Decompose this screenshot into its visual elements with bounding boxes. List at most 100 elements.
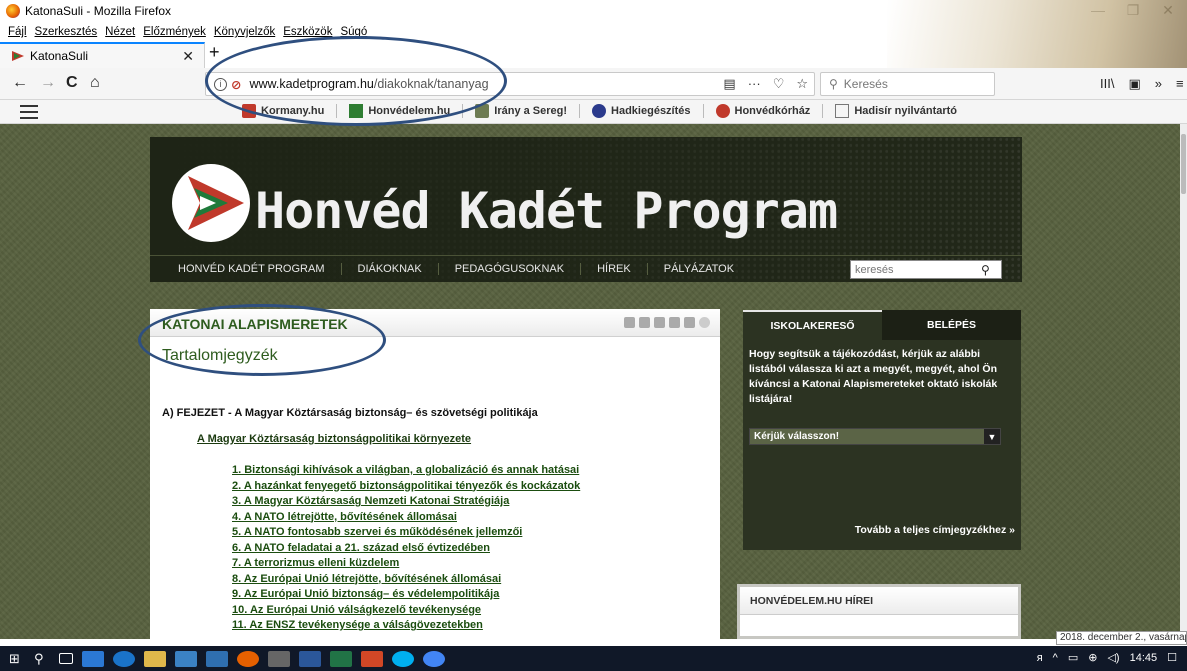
back-button[interactable]: ←	[12, 74, 28, 92]
start-icon[interactable]: ⊞	[9, 651, 25, 667]
list-item[interactable]: 9. Az Európai Unió biztonság– és védelem…	[232, 587, 580, 603]
menu-history[interactable]: Előzmények	[143, 26, 206, 38]
explorer-icon[interactable]	[144, 650, 166, 667]
search-icon: ⚲	[829, 77, 838, 91]
windows-taskbar: ⊞ ⚲ ᴙ ^ ▭ ⊕ ◁) 14:45 ☐	[0, 646, 1187, 671]
powerpoint-icon[interactable]	[361, 650, 383, 667]
network-icon[interactable]: ⊕	[1088, 651, 1097, 664]
list-item[interactable]: 5. A NATO fontosabb szervei és működésén…	[232, 525, 580, 541]
search-icon[interactable]: ⚲	[34, 651, 50, 667]
url-path: /diakoknak/tananyag	[373, 77, 489, 91]
reader-view-icon[interactable]: ▤	[723, 76, 735, 92]
excel-icon[interactable]	[330, 650, 352, 667]
list-item[interactable]: 8. Az Európai Unió létrejötte, bővítésén…	[232, 572, 580, 588]
home-button[interactable]: ⌂	[90, 74, 100, 92]
list-item[interactable]: 11. Az ENSZ tevékenysége a válságövezete…	[232, 618, 580, 634]
soldier-icon	[475, 104, 490, 118]
people-icon[interactable]: ᴙ	[1037, 652, 1043, 664]
menu-help[interactable]: Súgó	[340, 26, 367, 38]
volume-icon[interactable]: ◁)	[1107, 651, 1119, 664]
main-navigation: HONVÉD KADÉT PROGRAM DIÁKOKNAK PEDAGÓGUS…	[150, 255, 1022, 282]
list-item[interactable]: 4. A NATO létrejötte, bővítésének állomá…	[232, 510, 580, 526]
menu-icon[interactable]: ≡	[1176, 76, 1184, 92]
school-finder-box: ISKOLAKERESŐ BELÉPÉS Hogy segítsük a táj…	[743, 310, 1021, 550]
browser-icon[interactable]	[423, 650, 445, 667]
link-honvedkorhaz[interactable]: Honvédkórház	[704, 104, 824, 118]
list-item[interactable]: 6. A NATO feladatai a 21. század első év…	[232, 541, 580, 557]
menu-view[interactable]: Nézet	[105, 26, 135, 38]
list-item[interactable]: 2. A hazánkat fenyegető biztonságpolitik…	[232, 479, 580, 495]
kadet-logo-icon	[172, 164, 250, 242]
list-item[interactable]: 10. Az Európai Unió válságkezelő tevéken…	[232, 603, 580, 619]
nav-palyazatok[interactable]: PÁLYÁZATOK	[648, 263, 750, 275]
link-honvedelem[interactable]: Honvédelem.hu	[337, 104, 464, 118]
link-hadkiegeszites[interactable]: Hadkiegészítés	[580, 104, 704, 118]
url-bar[interactable]: i ⊘ www.kadetprogram.hu /diakoknak/tanan…	[205, 72, 815, 96]
section-link[interactable]: A Magyar Köztársaság biztonságpolitikai …	[197, 433, 471, 445]
menu-file[interactable]: Fájl	[8, 26, 27, 38]
email-icon[interactable]	[639, 317, 650, 328]
delicious-icon[interactable]	[654, 317, 665, 328]
tab-katonasuli[interactable]: KatonaSuli ✕	[0, 42, 205, 68]
clock[interactable]: 14:45	[1130, 652, 1158, 664]
word-icon[interactable]	[299, 650, 321, 667]
list-item[interactable]: 7. A terrorizmus elleni küzdelem	[232, 556, 580, 572]
library-icon[interactable]: III\	[1100, 76, 1114, 92]
skype-icon[interactable]	[392, 650, 414, 667]
forward-button[interactable]: →	[40, 74, 56, 92]
facebook-icon[interactable]	[669, 317, 680, 328]
list-item[interactable]: 3. A Magyar Köztársaság Nemzeti Katonai …	[232, 494, 580, 510]
print-icon[interactable]	[624, 317, 635, 328]
info-icon[interactable]: i	[214, 77, 227, 91]
search-bar[interactable]: ⚲ Keresés	[820, 72, 995, 96]
app-icon[interactable]	[82, 650, 104, 667]
menu-bookmarks[interactable]: Könyvjelzők	[214, 26, 275, 38]
county-select[interactable]: Kérjük válasszon! ▼	[749, 428, 1001, 445]
search-icon[interactable]: ⚲	[981, 263, 990, 277]
overflow-icon[interactable]: »	[1155, 76, 1162, 92]
chevron-up-icon[interactable]: ^	[1053, 652, 1058, 664]
reload-button[interactable]: C	[66, 74, 78, 92]
menu-tools[interactable]: Eszközök	[283, 26, 332, 38]
new-tab-button[interactable]: +	[209, 42, 220, 63]
edge-icon[interactable]	[113, 650, 135, 667]
task-view-icon[interactable]	[59, 653, 73, 664]
link-hadisir[interactable]: Hadisír nyilvántartó	[823, 104, 969, 118]
sidebar-icon[interactable]: ▣	[1128, 76, 1140, 92]
battery-icon[interactable]: ▭	[1068, 651, 1078, 664]
tab-close-icon[interactable]: ✕	[182, 48, 194, 65]
full-directory-link[interactable]: Tovább a teljes címjegyzékhez »	[855, 524, 1015, 536]
news-box: HONVÉDELEM.HU HÍREI	[737, 584, 1021, 639]
nav-pedagogusoknak[interactable]: PEDAGÓGUSOKNAK	[439, 263, 582, 275]
toc-heading: Tartalomjegyzék	[162, 347, 278, 364]
tab-label: KatonaSuli	[30, 49, 89, 63]
chapter-heading: A) FEJEZET - A Magyar Köztársaság bizton…	[162, 407, 538, 419]
notification-icon[interactable]: ☐	[1167, 651, 1177, 664]
tab-iskolakereso[interactable]: ISKOLAKERESŐ	[743, 310, 882, 340]
bookmark-star-icon[interactable]: ☆	[796, 76, 808, 92]
link-kormany[interactable]: Kormany.hu	[230, 104, 338, 118]
nav-hirek[interactable]: HÍREK	[581, 263, 648, 275]
nav-honved-kadet-program[interactable]: HONVÉD KADÉT PROGRAM	[162, 263, 342, 275]
scrollbar[interactable]	[1180, 124, 1187, 639]
site-favicon-icon	[12, 51, 24, 61]
toc-list: 1. Biztonsági kihívások a világban, a gl…	[232, 463, 580, 634]
tab-belepes[interactable]: BELÉPÉS	[882, 310, 1021, 340]
nav-diakoknak[interactable]: DIÁKOKNAK	[342, 263, 439, 275]
store-icon[interactable]	[175, 650, 197, 667]
pocket-icon[interactable]: ♡	[773, 76, 785, 92]
site-search-input[interactable]	[851, 263, 981, 276]
list-item[interactable]: 1. Biztonsági kihívások a világban, a gl…	[232, 463, 580, 479]
tab-strip: KatonaSuli ✕ +	[0, 42, 1187, 68]
calculator-icon[interactable]	[268, 650, 290, 667]
date-tooltip: 2018. december 2., vasárnap	[1056, 631, 1187, 645]
bookmark-icon[interactable]	[684, 317, 695, 328]
page-actions-icon[interactable]: ···	[748, 76, 761, 92]
share-icon[interactable]	[699, 317, 710, 328]
link-irany-a-sereg[interactable]: Irány a Sereg!	[463, 104, 581, 118]
gov-links-bar: Kormany.hu Honvédelem.hu Irány a Sereg! …	[0, 100, 1187, 124]
mail-icon[interactable]	[206, 650, 228, 667]
firefox-taskbar-icon[interactable]	[237, 650, 259, 667]
hamburger-menu-icon[interactable]	[20, 105, 38, 119]
menu-edit[interactable]: Szerkesztés	[35, 26, 98, 38]
